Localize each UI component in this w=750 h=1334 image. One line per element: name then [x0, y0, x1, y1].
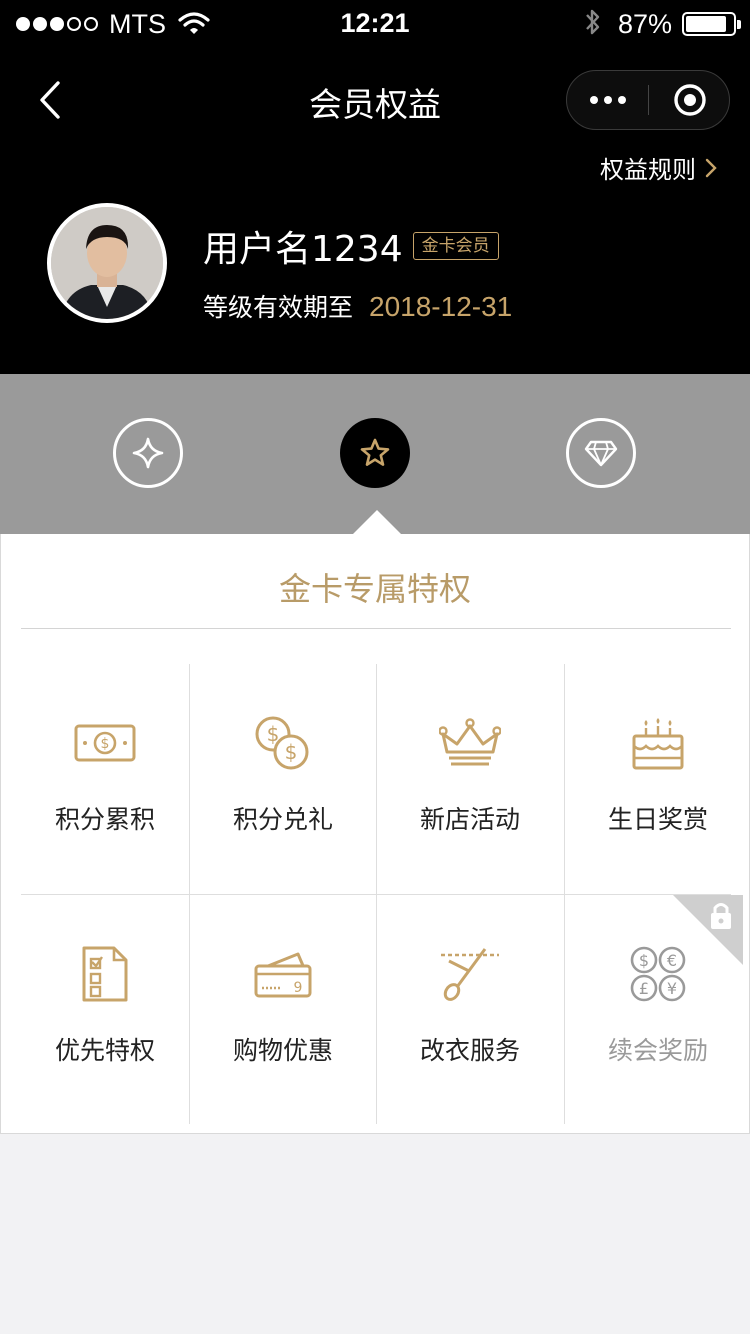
privileges-panel: 金卡专属特权 $ 积分累积 $ $ 积分兑礼 新店活动 生日奖赏 优先特权 9 …	[0, 534, 750, 1134]
svg-text:$: $	[101, 736, 110, 752]
privilege-label: 购物优惠	[232, 1036, 333, 1065]
divider	[21, 628, 731, 629]
close-button[interactable]	[649, 71, 731, 129]
svg-text:¥: ¥	[667, 979, 677, 998]
battery-percent: 87%	[617, 8, 672, 39]
privilege-shopping-discount[interactable]: 9 购物优惠	[199, 895, 367, 1125]
scissors-icon	[386, 943, 554, 1005]
privilege-renewal-locked[interactable]: $ € £ ¥ 续会奖励	[574, 895, 743, 1125]
status-right: 87%	[584, 7, 741, 41]
more-dot	[618, 96, 626, 104]
privilege-points-accumulate[interactable]: $ 积分累积	[21, 664, 189, 894]
cards-icon: 9	[199, 943, 367, 1005]
tier-diamond-button[interactable]	[566, 418, 636, 488]
more-button[interactable]	[567, 71, 649, 129]
battery-icon	[682, 12, 741, 36]
tier-gold-button[interactable]	[340, 418, 410, 488]
rules-link[interactable]: 权益规则	[600, 150, 718, 185]
battery-fill	[686, 16, 727, 32]
target-circle-icon	[674, 84, 706, 116]
privilege-points-redeem[interactable]: $ $ 积分兑礼	[199, 664, 367, 894]
status-bar: MTS 12:21 87%	[0, 0, 750, 48]
username: 用户名1234	[203, 229, 403, 270]
svg-text:$: $	[639, 951, 649, 970]
diamond-icon	[584, 440, 618, 467]
cash-icon: $	[21, 712, 189, 774]
privilege-label: 积分累积	[54, 805, 155, 834]
svg-text:£: £	[639, 979, 649, 998]
crown-icon	[386, 712, 554, 774]
currencies-icon: $ € £ ¥	[574, 943, 742, 1005]
privilege-label: 续会奖励	[607, 1036, 708, 1065]
more-dots-icon	[590, 96, 598, 104]
rules-link-label: 权益规则	[600, 156, 696, 184]
privilege-birthday[interactable]: 生日奖赏	[574, 664, 742, 894]
svg-text:9: 9	[294, 980, 303, 996]
privilege-label: 改衣服务	[419, 1036, 520, 1065]
privilege-label: 积分兑礼	[232, 805, 333, 834]
privilege-priority[interactable]: 优先特权	[21, 895, 189, 1125]
expiry-date: 2018-12-31	[369, 291, 513, 322]
bluetooth-icon	[584, 7, 602, 41]
panel-title: 金卡专属特权	[278, 570, 471, 608]
tier-selector	[0, 374, 750, 534]
privilege-label: 新店活动	[419, 805, 520, 834]
username-row: 用户名1234 金卡会员	[203, 220, 499, 272]
more-dot	[604, 96, 612, 104]
avatar[interactable]	[47, 203, 167, 323]
privilege-new-store[interactable]: 新店活动	[386, 664, 554, 894]
expiry-label: 等级有效期至	[203, 293, 354, 322]
star-icon	[360, 438, 390, 466]
expiry-row: 等级有效期至 2018-12-31	[203, 288, 512, 324]
privilege-label: 生日奖赏	[607, 805, 708, 834]
svg-text:$: $	[285, 740, 298, 764]
mini-program-capsule	[566, 70, 730, 130]
sparkle-icon	[132, 437, 164, 469]
coins-icon: $ $	[199, 712, 367, 774]
member-badge: 金卡会员	[412, 232, 499, 260]
privilege-tailoring[interactable]: 改衣服务	[386, 895, 554, 1125]
header: MTS 12:21 87% 会员权益 权益规则 用户名1234 金卡会员 等级有…	[0, 0, 750, 374]
tier-silver-button[interactable]	[113, 418, 183, 488]
privilege-label: 优先特权	[54, 1036, 155, 1065]
chevron-right-icon	[704, 157, 718, 179]
tier-pointer	[353, 510, 401, 534]
privileges-grid: $ 积分累积 $ $ 积分兑礼 新店活动 生日奖赏 优先特权 9 购物优惠 改衣…	[21, 664, 743, 1125]
user-avatar-icon	[51, 207, 163, 319]
battery-cap	[737, 20, 741, 29]
checklist-icon	[21, 943, 189, 1005]
svg-text:€: €	[667, 951, 677, 970]
cake-icon	[574, 712, 742, 774]
